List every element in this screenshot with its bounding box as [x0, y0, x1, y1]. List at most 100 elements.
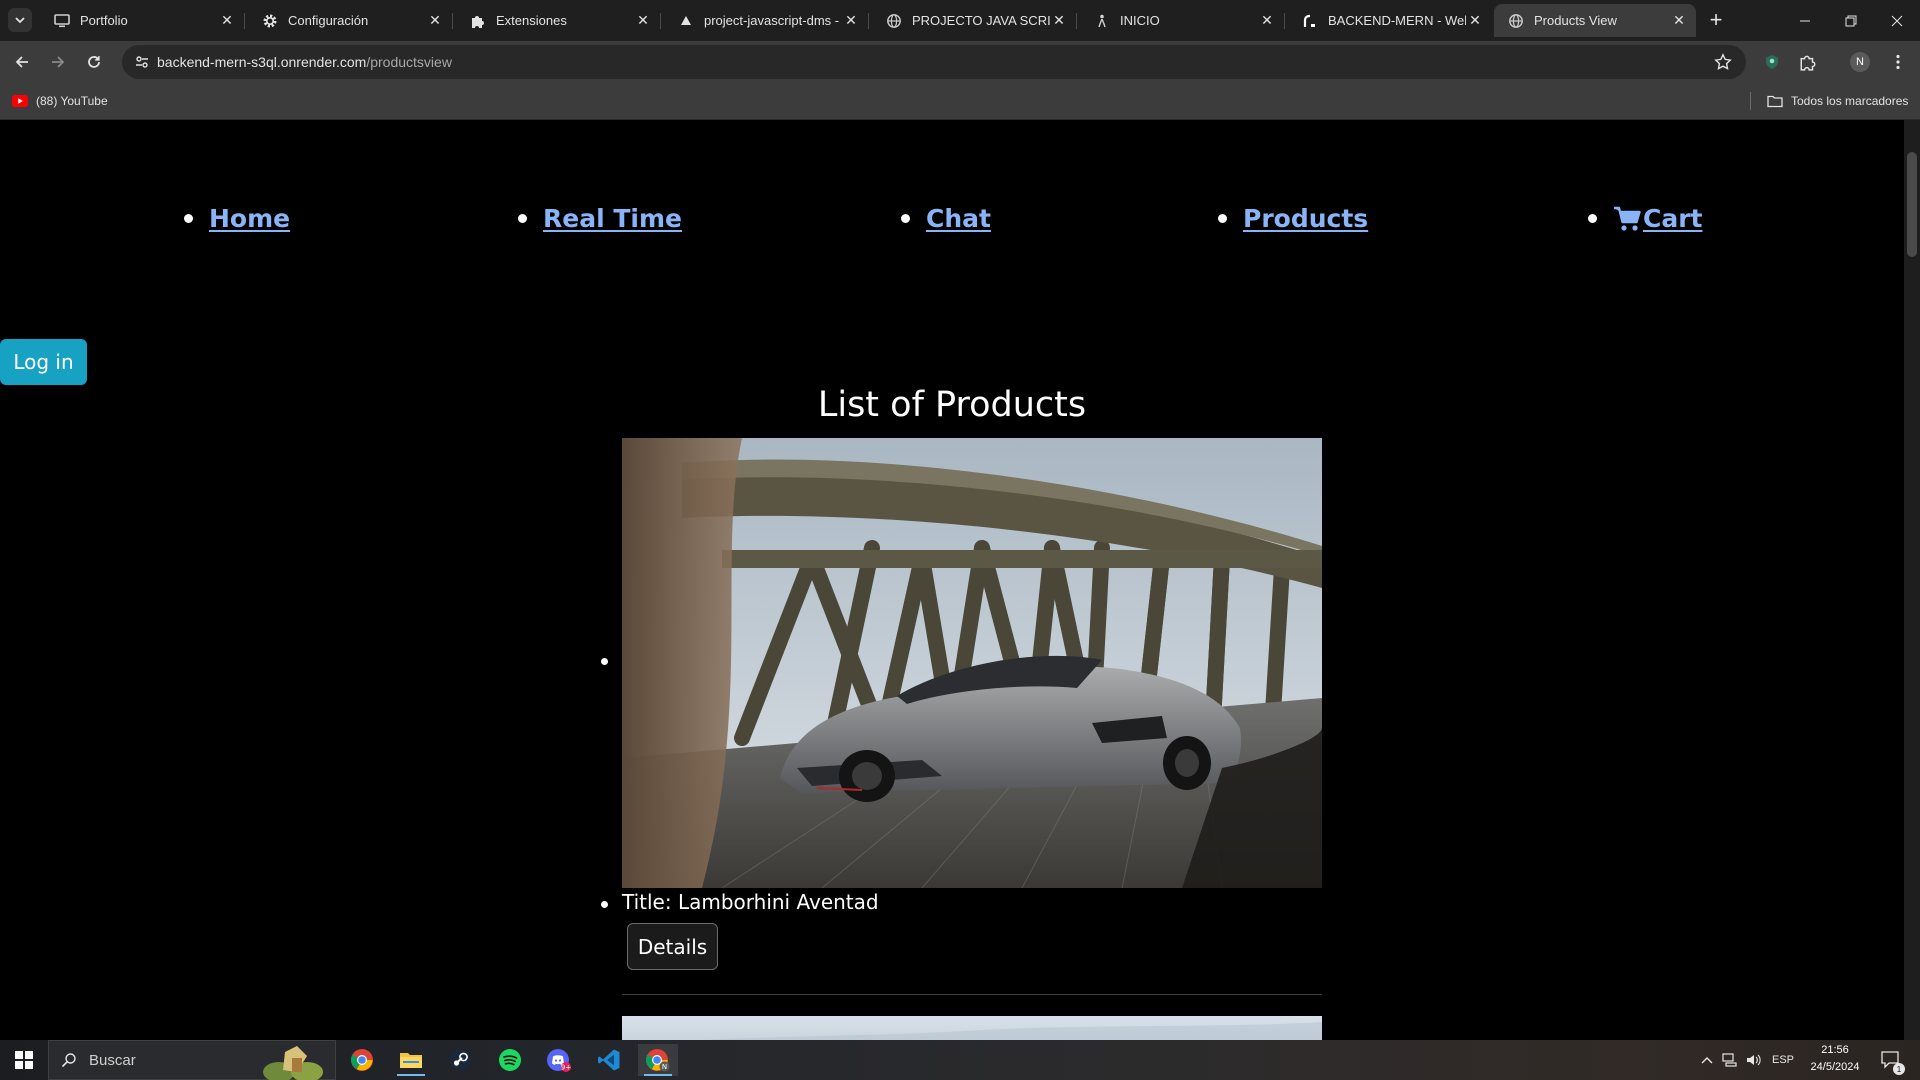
- nav-link-real-time[interactable]: Real Time: [543, 204, 682, 233]
- address-bar[interactable]: backend-mern-s3ql.onrender.com/productsv…: [122, 45, 1746, 79]
- site-info-icon[interactable]: [130, 50, 154, 74]
- profile-button[interactable]: N: [1846, 48, 1874, 76]
- nav-link-cart[interactable]: Cart: [1613, 204, 1703, 233]
- cart-icon: [1614, 206, 1641, 231]
- bookmark-youtube[interactable]: (88) YouTube: [12, 91, 108, 111]
- system-clock[interactable]: 21:56 24/5/2024: [1800, 1042, 1870, 1078]
- product-divider: [622, 994, 1322, 995]
- tab-extensiones[interactable]: Extensiones ✕: [456, 4, 661, 37]
- login-button[interactable]: Log in: [0, 339, 87, 385]
- bookmarks-bar: (88) YouTube Todos los marcadores: [0, 83, 1920, 120]
- close-tab-icon[interactable]: ✕: [1050, 12, 1068, 30]
- tab-portfolio[interactable]: Portfolio ✕: [40, 4, 245, 37]
- search-highlight-illustration: [263, 1046, 323, 1080]
- nav-item-cart: Cart: [1588, 204, 1703, 233]
- close-tab-icon[interactable]: ✕: [634, 12, 652, 30]
- close-tab-icon[interactable]: ✕: [842, 12, 860, 30]
- url-path: /productsview: [366, 54, 452, 70]
- tab-separator: [452, 13, 453, 29]
- close-icon: [1891, 15, 1903, 26]
- tab-projecto-java-script[interactable]: PROJECTO JAVA SCRIPT ✕: [872, 4, 1077, 37]
- windows-logo-icon: [15, 1051, 33, 1069]
- restore-button[interactable]: [1828, 0, 1874, 41]
- extension-button[interactable]: [1758, 48, 1786, 76]
- all-bookmarks-label: Todos los marcadores: [1791, 94, 1909, 108]
- tab-search-button[interactable]: [8, 8, 32, 32]
- arrow-right-icon: [52, 56, 65, 68]
- tab-products-view[interactable]: Products View ✕: [1494, 4, 1696, 37]
- language-indicator[interactable]: ESP: [1768, 1040, 1798, 1080]
- volume-icon[interactable]: [1744, 1040, 1764, 1080]
- clock-date: 24/5/2024: [1810, 1061, 1860, 1073]
- list-bullet: [1588, 214, 1597, 223]
- details-button[interactable]: Details: [627, 923, 718, 970]
- nav-item-products: Products: [1218, 204, 1368, 233]
- taskbar-chrome-icon[interactable]: [342, 1044, 382, 1076]
- tab-title: Extensiones: [496, 13, 567, 28]
- list-bullet: [901, 214, 910, 223]
- notification-count-badge: 1: [1893, 1063, 1905, 1075]
- extensions-menu-button[interactable]: [1794, 48, 1822, 76]
- taskbar-file-explorer-icon[interactable]: [391, 1044, 431, 1076]
- product-image: [622, 1016, 1322, 1040]
- notification-center-button[interactable]: 1: [1876, 1040, 1906, 1080]
- forward-button[interactable]: [44, 48, 72, 76]
- bookmark-star-icon[interactable]: [1712, 51, 1734, 73]
- tab-title: Configuración: [288, 13, 369, 28]
- close-tab-icon[interactable]: ✕: [218, 12, 236, 30]
- taskbar-chrome-profile-icon[interactable]: N: [638, 1044, 678, 1076]
- start-button[interactable]: [4, 1044, 44, 1076]
- close-tab-icon[interactable]: ✕: [1258, 12, 1276, 30]
- nav-item-home: Home: [184, 204, 290, 233]
- nav-link-home[interactable]: Home: [209, 204, 290, 233]
- minimize-button[interactable]: [1782, 0, 1828, 41]
- reload-button[interactable]: [80, 48, 108, 76]
- page-scrollbar[interactable]: [1904, 120, 1920, 1040]
- close-tab-icon[interactable]: ✕: [1670, 12, 1688, 30]
- tab-inicio[interactable]: INICIO ✕: [1080, 4, 1285, 37]
- taskbar-discord-icon[interactable]: 9+: [539, 1044, 579, 1076]
- search-icon: [61, 1053, 76, 1068]
- youtube-icon: [12, 95, 28, 107]
- nav-link-cart-label: Cart: [1643, 204, 1703, 233]
- gear-icon: [262, 13, 278, 29]
- taskbar-vscode-icon[interactable]: [589, 1044, 629, 1076]
- close-tab-icon[interactable]: ✕: [1466, 12, 1484, 30]
- list-bullet: [184, 214, 193, 223]
- tab-title: Portfolio: [80, 13, 128, 28]
- scrollbar-thumb[interactable]: [1907, 152, 1917, 257]
- nav-link-products[interactable]: Products: [1243, 204, 1368, 233]
- tray-overflow-button[interactable]: [1697, 1040, 1717, 1080]
- page-viewport: Home Real Time Chat Products Cart Log in…: [0, 120, 1904, 1040]
- back-button[interactable]: [8, 48, 36, 76]
- network-icon[interactable]: [1720, 1040, 1740, 1080]
- url-text[interactable]: backend-mern-s3ql.onrender.com/productsv…: [157, 54, 452, 70]
- taskbar-search[interactable]: Buscar: [48, 1040, 336, 1080]
- tab-backend-mern[interactable]: BACKEND-MERN - Web S ✕: [1288, 4, 1492, 37]
- restore-icon: [1845, 15, 1857, 26]
- bookmark-label: (88) YouTube: [36, 94, 108, 108]
- all-bookmarks-button[interactable]: Todos los marcadores: [1767, 91, 1908, 111]
- bookmarks-divider: [1750, 92, 1751, 110]
- browser-menu-button[interactable]: [1884, 48, 1912, 76]
- taskbar-search-placeholder: Buscar: [89, 1051, 136, 1069]
- taskbar-steam-icon[interactable]: [440, 1044, 480, 1076]
- tab-configuracion[interactable]: Configuración ✕: [248, 4, 453, 37]
- tab-separator: [1076, 13, 1077, 29]
- product-photo-partial: [703, 1022, 1322, 1040]
- tab-project-javascript[interactable]: project-javascript-dms - C ✕: [664, 4, 869, 37]
- extension-shield-icon: [1766, 55, 1778, 69]
- page-title: List of Products: [817, 385, 1087, 425]
- url-host: backend-mern-s3ql.onrender.com: [157, 54, 367, 70]
- nav-link-chat[interactable]: Chat: [926, 204, 991, 233]
- close-tab-icon[interactable]: ✕: [426, 12, 444, 30]
- product-title: Title: Lamborhini Aventad: [622, 890, 879, 914]
- close-window-button[interactable]: [1874, 0, 1920, 41]
- tab-separator: [660, 13, 661, 29]
- tab-title: INICIO: [1120, 13, 1160, 28]
- taskbar-spotify-icon[interactable]: [490, 1044, 530, 1076]
- globe-icon: [1508, 13, 1524, 29]
- chevron-down-icon: [15, 17, 25, 24]
- arrow-left-icon: [15, 56, 28, 68]
- new-tab-button[interactable]: +: [1704, 7, 1728, 32]
